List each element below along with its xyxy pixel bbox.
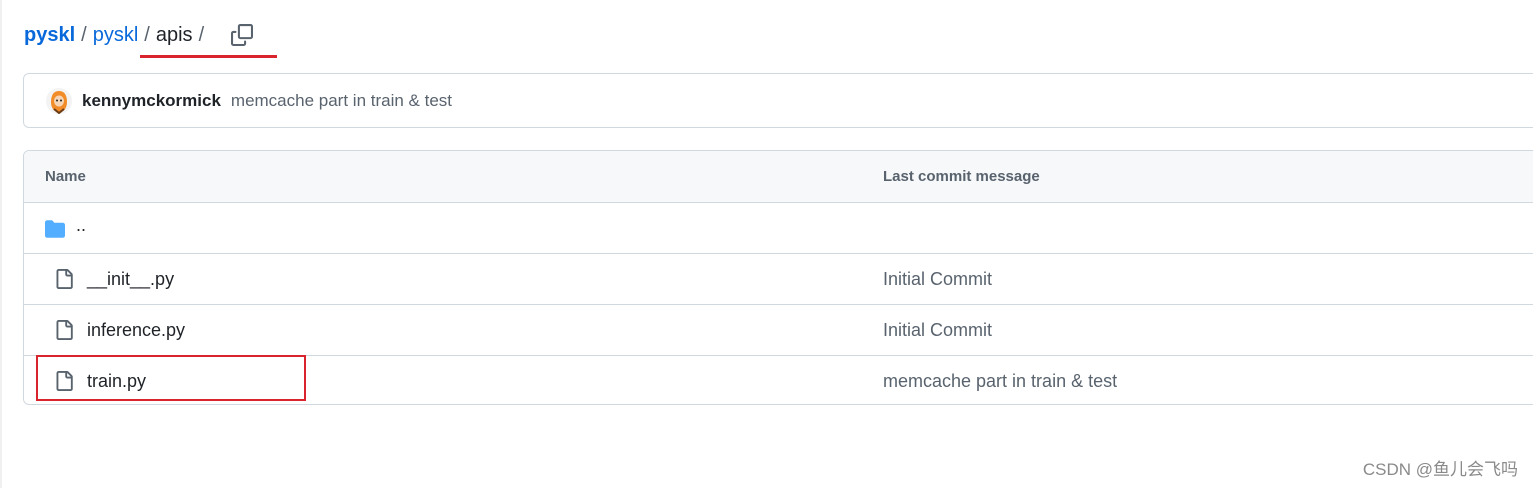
watermark: CSDN @鱼儿会飞吗 [1362, 460, 1518, 479]
copy-path-button[interactable] [230, 23, 254, 47]
avatar-icon [46, 87, 72, 114]
breadcrumb-separator: / [81, 23, 87, 46]
file-icon [56, 320, 73, 340]
breadcrumb-owner-link[interactable]: pyskl [24, 24, 75, 47]
file-name-link[interactable]: inference.py [87, 320, 185, 341]
annotation-underline [140, 55, 277, 58]
commit-author-link[interactable]: kennymckormick [82, 91, 221, 111]
column-header-name: Name [45, 168, 86, 185]
copy-icon [231, 24, 254, 46]
commit-message-link[interactable]: memcache part in train & test [231, 91, 452, 111]
latest-commit-bar: kennymckormick memcache part in train & … [23, 73, 1533, 128]
file-icon [56, 269, 73, 289]
table-row[interactable]: __init__.py Initial Commit [24, 254, 1533, 305]
file-name-link[interactable]: __init__.py [87, 269, 174, 290]
table-row-parent-dir[interactable]: .. [24, 203, 1533, 254]
parent-directory-link[interactable]: .. [76, 215, 86, 236]
column-header-last-commit-message: Last commit message [883, 168, 1040, 185]
breadcrumb-current: apis [155, 23, 193, 46]
table-row[interactable]: inference.py Initial Commit [24, 305, 1533, 356]
breadcrumb-repo-link[interactable]: pyskl [93, 24, 139, 47]
file-commit-message-link[interactable]: Initial Commit [883, 269, 992, 290]
table-header: Name Last commit message [24, 151, 1533, 203]
file-commit-message-link[interactable]: Initial Commit [883, 320, 992, 341]
folder-icon [45, 220, 65, 238]
breadcrumb-separator: / [198, 23, 205, 46]
breadcrumb-separator: / [144, 23, 150, 46]
page-left-border [0, 0, 2, 488]
avatar[interactable] [46, 87, 72, 114]
breadcrumb: pyskl / pyskl / apis / [24, 20, 254, 50]
annotation-highlight-box [36, 355, 306, 401]
file-commit-message-link[interactable]: memcache part in train & test [883, 371, 1117, 392]
